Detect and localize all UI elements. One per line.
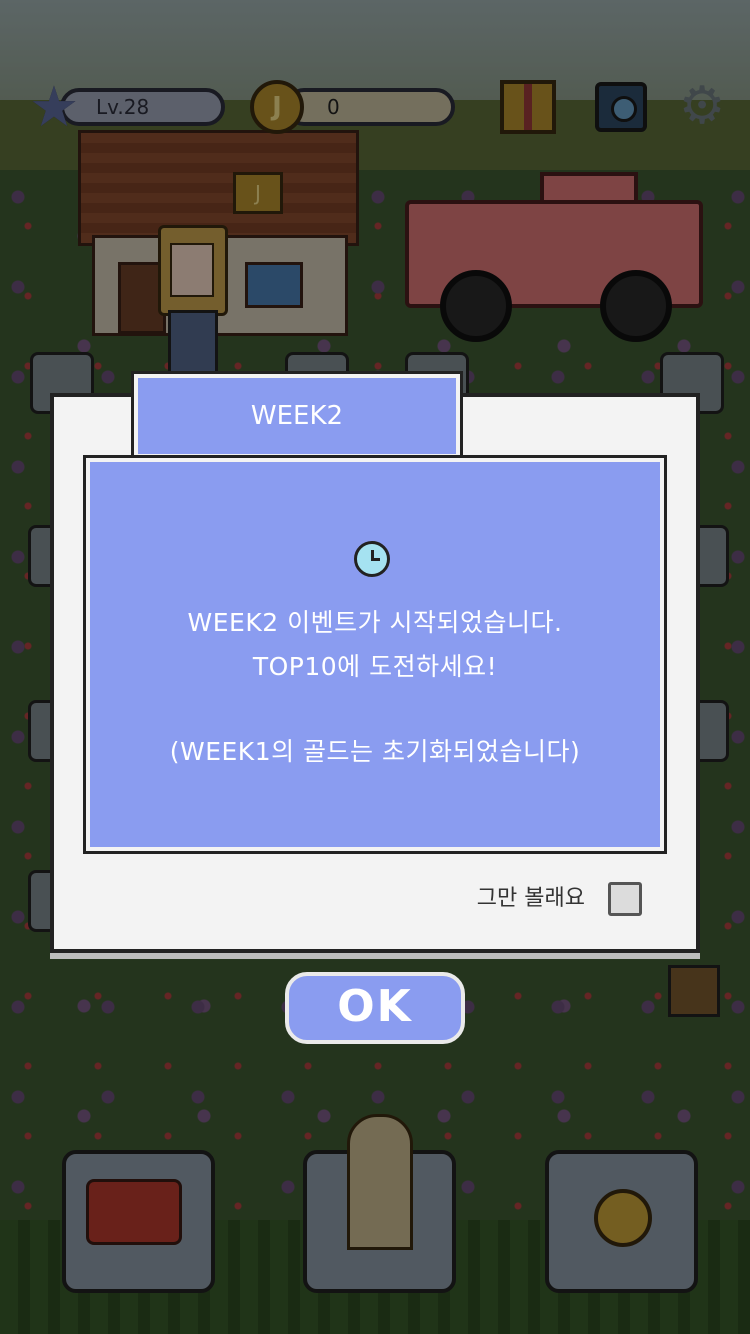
event-message-line-1: WEEK2 이벤트가 시작되었습니다. [187, 608, 563, 637]
dialog-title-tab: WEEK2 [131, 371, 463, 461]
clock-icon [354, 541, 390, 577]
event-message-line-3: (WEEK1의 골드는 초기화되었습니다) [169, 737, 581, 766]
event-message-line-2: TOP10에 도전하세요! [252, 652, 498, 681]
dont-show-again-label[interactable]: 그만 볼래요 [380, 884, 585, 914]
ok-button[interactable]: OK [285, 972, 465, 1044]
dont-show-again-checkbox[interactable] [608, 882, 642, 916]
